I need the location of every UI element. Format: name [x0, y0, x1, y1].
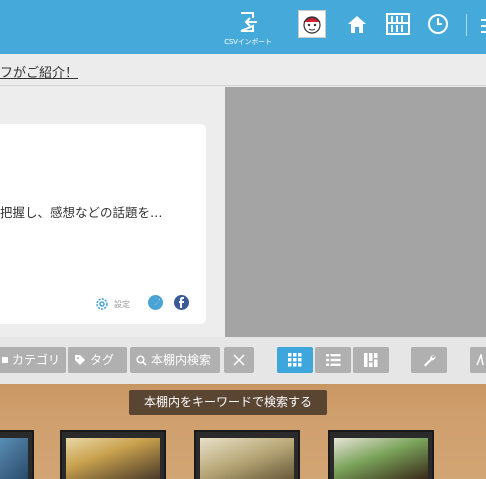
gray-side-panel — [225, 87, 486, 337]
tag-label: タグ — [90, 353, 115, 367]
notice-bar: フがご紹介！ — [0, 54, 486, 86]
more-icon — [476, 354, 484, 366]
search-icon — [136, 354, 147, 366]
spine-icon — [364, 353, 378, 367]
shelf-search-button[interactable]: 本棚内検索 — [130, 347, 220, 373]
list-icon — [325, 354, 340, 366]
spine-view-button[interactable] — [353, 347, 389, 373]
book-cover[interactable] — [60, 430, 166, 479]
overflow-button[interactable] — [470, 347, 486, 373]
book-cover[interactable] — [194, 430, 300, 479]
gear-icon — [96, 298, 108, 310]
close-icon — [233, 354, 245, 366]
tag-icon — [75, 355, 85, 365]
wrench-icon — [423, 354, 436, 366]
shelf-toolbar: カテゴリ タグ 本棚内検索 — [0, 337, 486, 384]
clear-search-button[interactable] — [224, 347, 254, 373]
search-tooltip: 本棚内をキーワードで検索する — [129, 390, 327, 415]
history-clock-icon[interactable] — [427, 13, 449, 39]
header-divider — [466, 14, 467, 36]
grid-icon — [288, 353, 302, 367]
book-cover[interactable] — [328, 430, 434, 479]
category-button[interactable]: カテゴリ — [0, 347, 66, 373]
twitter-icon[interactable] — [148, 295, 163, 310]
user-avatar[interactable] — [298, 10, 326, 38]
tag-button[interactable]: タグ — [68, 347, 127, 373]
tools-button[interactable] — [411, 347, 447, 373]
card-excerpt: 把握し、感想などの話題を… — [0, 205, 163, 220]
menu-icon[interactable] — [481, 18, 486, 34]
home-icon[interactable] — [346, 13, 368, 39]
settings-label: 設定 — [114, 299, 130, 309]
import-icon — [240, 12, 257, 32]
notice-link[interactable]: フがご紹介！ — [0, 62, 78, 81]
card-settings-button[interactable]: 設定 — [94, 296, 130, 312]
list-view-button[interactable] — [315, 347, 351, 373]
bookshelf-icon[interactable] — [386, 13, 410, 39]
top-header: CSVインポート — [0, 0, 486, 54]
info-card: 把握し、感想などの話題を… 設定 — [0, 124, 206, 324]
search-label: 本棚内検索 — [151, 353, 212, 367]
grid-view-button[interactable] — [277, 347, 313, 373]
square-icon — [2, 357, 8, 363]
avatar-face-icon — [303, 16, 321, 34]
facebook-icon[interactable] — [174, 295, 189, 310]
csv-import-button[interactable]: CSVインポート — [222, 12, 274, 47]
book-cover[interactable] — [0, 430, 34, 479]
csv-import-label: CSVインポート — [224, 38, 272, 46]
category-label: カテゴリ — [12, 353, 61, 367]
